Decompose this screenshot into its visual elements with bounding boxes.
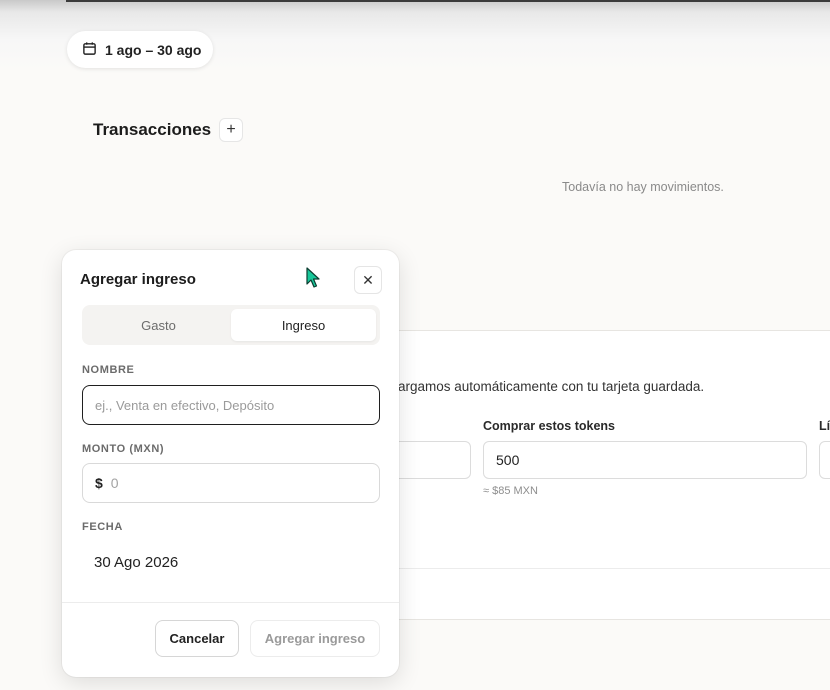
tab-gasto[interactable]: Gasto [86,309,231,341]
close-button[interactable]: ✕ [354,266,382,294]
buy-tokens-label: Comprar estos tokens [483,419,615,433]
type-toggle: Gasto Ingreso [82,305,380,345]
currency-symbol: $ [95,475,103,491]
add-income-modal: Agregar ingreso ✕ Gasto Ingreso NOMBRE M… [62,250,399,677]
amount-input[interactable] [110,475,351,491]
transactions-title: Transacciones [93,120,212,139]
plus-icon: + [226,121,236,138]
add-transaction-button[interactable]: + [219,118,243,142]
add-income-button[interactable]: Agregar ingreso [250,620,380,657]
modal-footer-divider [62,602,399,603]
limit-label: Lí [819,419,830,433]
tab-ingreso[interactable]: Ingreso [231,309,376,341]
empty-state-message: Todavía no hay movimientos. [562,180,724,194]
mouse-cursor-icon [306,267,320,288]
amount-label: MONTO (MXN) [82,443,165,455]
amount-field[interactable]: $ [82,463,380,503]
name-label: NOMBRE [82,364,135,376]
cancel-button[interactable]: Cancelar [155,620,239,657]
top-border [66,0,830,2]
buy-tokens-hint: ≈ $85 MXN [483,485,538,497]
buy-tokens-input[interactable]: 500 [483,441,807,479]
limit-input[interactable] [819,441,830,479]
date-field[interactable]: 30 Ago 2026 [94,554,178,571]
calendar-icon [82,41,97,59]
buy-tokens-value: 500 [496,452,520,468]
date-label: FECHA [82,521,123,533]
modal-title: Agregar ingreso [80,271,196,288]
card-divider [380,568,830,569]
auto-topup-description: argamos automáticamente con tu tarjeta g… [398,379,705,394]
name-input[interactable] [82,385,380,425]
close-icon: ✕ [362,271,374,288]
date-range-label: 1 ago – 30 ago [105,41,202,58]
date-range-picker[interactable]: 1 ago – 30 ago [67,31,213,68]
